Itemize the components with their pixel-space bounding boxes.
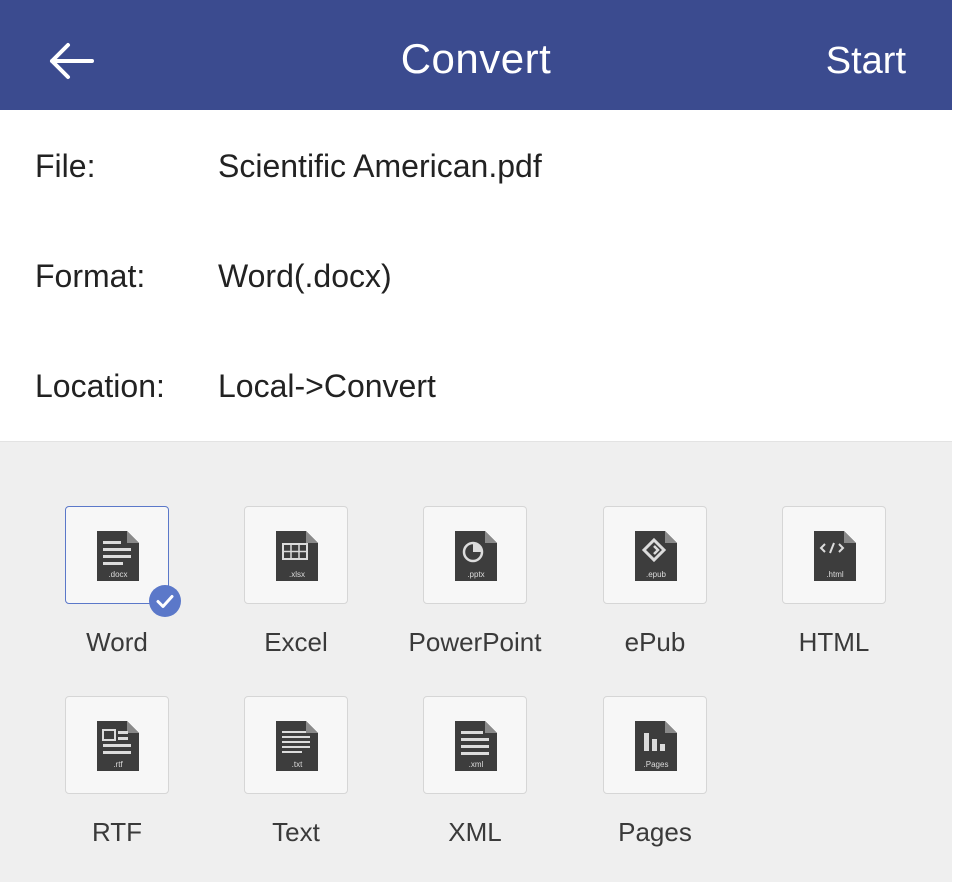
epub-book-icon: .epub bbox=[635, 531, 677, 581]
format-row[interactable]: Format: Word(.docx) bbox=[0, 221, 952, 332]
svg-text:.pptx: .pptx bbox=[467, 570, 484, 579]
format-option-word[interactable]: .docx Word bbox=[40, 506, 200, 676]
format-label-xml: XML bbox=[448, 817, 502, 847]
format-label-excel: Excel bbox=[264, 627, 328, 657]
format-tile: .Pages bbox=[603, 696, 707, 794]
format-option-html[interactable]: .html HTML bbox=[757, 506, 917, 676]
format-tile: .epub bbox=[603, 506, 707, 604]
format-value: Word(.docx) bbox=[218, 258, 392, 294]
format-tile: .pptx bbox=[423, 506, 527, 604]
file-row: File: Scientific American.pdf bbox=[0, 111, 952, 222]
format-tile: .rtf bbox=[65, 696, 169, 794]
file-value: Scientific American.pdf bbox=[218, 148, 542, 184]
format-option-xml[interactable]: .xml XML bbox=[398, 696, 558, 866]
format-tile: .html bbox=[782, 506, 886, 604]
excel-sheet-icon: .xlsx bbox=[276, 531, 318, 581]
format-option-pages[interactable]: .Pages Pages bbox=[578, 696, 738, 866]
powerpoint-slide-icon: .pptx bbox=[455, 531, 497, 581]
location-label: Location: bbox=[35, 368, 165, 404]
format-label-word: Word bbox=[86, 627, 148, 657]
svg-text:.docx: .docx bbox=[108, 570, 127, 579]
svg-text:.rtf: .rtf bbox=[113, 760, 123, 769]
text-doc-icon: .txt bbox=[276, 721, 318, 771]
format-label-text: Text bbox=[272, 817, 320, 847]
location-row[interactable]: Location: Local->Convert bbox=[0, 331, 952, 442]
html-code-icon: .html bbox=[814, 531, 856, 581]
svg-text:.Pages: .Pages bbox=[644, 760, 669, 769]
header-bar: Convert Start bbox=[0, 0, 952, 110]
file-label: File: bbox=[35, 148, 96, 184]
format-label-pages: Pages bbox=[618, 817, 692, 847]
format-label-html: HTML bbox=[798, 627, 870, 657]
selected-check-badge bbox=[149, 585, 181, 617]
format-option-rtf[interactable]: .rtf RTF bbox=[40, 696, 200, 866]
svg-text:.xlsx: .xlsx bbox=[289, 570, 305, 579]
svg-text:.txt: .txt bbox=[292, 760, 303, 769]
word-doc-icon: .docx bbox=[97, 531, 139, 581]
format-option-powerpoint[interactable]: .pptx PowerPoint bbox=[398, 506, 558, 676]
format-tile: .xml bbox=[423, 696, 527, 794]
rtf-doc-icon: .rtf bbox=[97, 721, 139, 771]
start-button[interactable]: Start bbox=[826, 37, 906, 85]
xml-doc-icon: .xml bbox=[455, 721, 497, 771]
format-label-epub: ePub bbox=[624, 627, 686, 657]
format-option-excel[interactable]: .xlsx Excel bbox=[219, 506, 379, 676]
format-tile: .xlsx bbox=[244, 506, 348, 604]
pages-doc-icon: .Pages bbox=[635, 721, 677, 771]
format-label: Format: bbox=[35, 258, 146, 294]
format-picker: .docx Word .xlsx Excel .pptx PowerPoint … bbox=[0, 442, 952, 882]
svg-text:.epub: .epub bbox=[646, 570, 667, 579]
location-value: Local->Convert bbox=[218, 368, 436, 404]
format-tile: .txt bbox=[244, 696, 348, 794]
checkmark-icon bbox=[156, 595, 174, 608]
format-option-text[interactable]: .txt Text bbox=[219, 696, 379, 866]
svg-text:.xml: .xml bbox=[469, 760, 484, 769]
svg-text:.html: .html bbox=[826, 570, 844, 579]
page-title: Convert bbox=[400, 35, 552, 82]
format-label-powerpoint: PowerPoint bbox=[408, 627, 542, 657]
format-label-rtf: RTF bbox=[91, 817, 143, 847]
convert-screen: Convert Start File: Scientific American.… bbox=[0, 0, 954, 882]
format-option-epub[interactable]: .epub ePub bbox=[578, 506, 738, 676]
